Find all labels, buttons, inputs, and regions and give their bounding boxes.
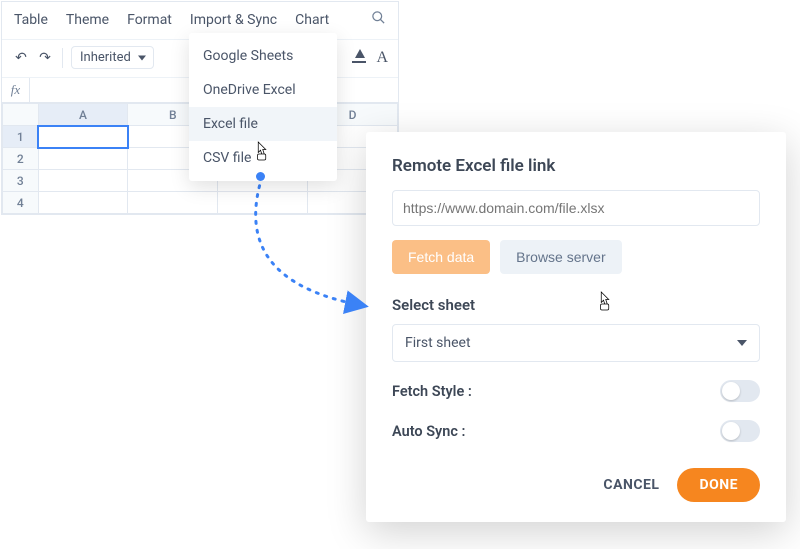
- dropdown-item-onedrive-excel[interactable]: OneDrive Excel: [189, 73, 337, 107]
- remote-url-input[interactable]: [392, 190, 760, 226]
- row-header-4[interactable]: 4: [3, 192, 39, 214]
- menu-import-sync[interactable]: Import & Sync: [190, 12, 277, 28]
- fetch-data-button[interactable]: Fetch data: [392, 240, 490, 274]
- col-header-a[interactable]: A: [38, 104, 128, 126]
- browse-server-button[interactable]: Browse server: [500, 240, 621, 274]
- cell-a4[interactable]: [38, 192, 128, 214]
- select-sheet-label: Select sheet: [392, 296, 760, 314]
- select-sheet-dropdown[interactable]: First sheet: [392, 324, 760, 362]
- corner-cell[interactable]: [3, 104, 39, 126]
- dialog-title: Remote Excel file link: [392, 156, 760, 176]
- chevron-down-icon: [737, 340, 747, 346]
- dropdown-item-csv-file[interactable]: CSV file: [189, 141, 337, 175]
- search-icon[interactable]: [371, 10, 386, 29]
- fx-label: fx: [2, 78, 30, 102]
- undo-icon[interactable]: ↶: [12, 50, 30, 66]
- import-sync-dropdown: Google Sheets OneDrive Excel Excel file …: [189, 33, 337, 181]
- auto-sync-toggle[interactable]: [720, 420, 760, 442]
- fetch-style-toggle[interactable]: [720, 380, 760, 402]
- cell-b4[interactable]: [128, 192, 218, 214]
- import-excel-dialog: Remote Excel file link Fetch data Browse…: [366, 132, 786, 522]
- text-color-icon[interactable]: A: [376, 49, 388, 67]
- done-button[interactable]: DONE: [677, 468, 760, 502]
- fetch-style-label: Fetch Style :: [392, 383, 472, 400]
- dropdown-item-google-sheets[interactable]: Google Sheets: [189, 39, 337, 73]
- dropdown-item-excel-file[interactable]: Excel file: [189, 107, 337, 141]
- cell-a3[interactable]: [38, 170, 128, 192]
- cell-a2[interactable]: [38, 148, 128, 170]
- cell-c4[interactable]: [218, 192, 308, 214]
- toolbar-separator: [62, 48, 63, 68]
- menu-table[interactable]: Table: [14, 12, 48, 28]
- row-header-3[interactable]: 3: [3, 170, 39, 192]
- row-header-1[interactable]: 1: [3, 126, 39, 148]
- select-sheet-value: First sheet: [405, 335, 471, 351]
- cell-a1[interactable]: [38, 126, 128, 148]
- menu-chart[interactable]: Chart: [295, 12, 329, 28]
- auto-sync-label: Auto Sync :: [392, 423, 465, 440]
- menu-theme[interactable]: Theme: [66, 12, 109, 28]
- row-header-2[interactable]: 2: [3, 148, 39, 170]
- menu-format[interactable]: Format: [127, 12, 172, 28]
- cancel-button[interactable]: CANCEL: [603, 477, 659, 493]
- fill-color-icon[interactable]: [352, 49, 366, 67]
- redo-icon[interactable]: ↷: [36, 50, 54, 66]
- callout-origin-dot: [256, 172, 265, 181]
- font-mode-dropdown[interactable]: Inherited: [71, 46, 154, 69]
